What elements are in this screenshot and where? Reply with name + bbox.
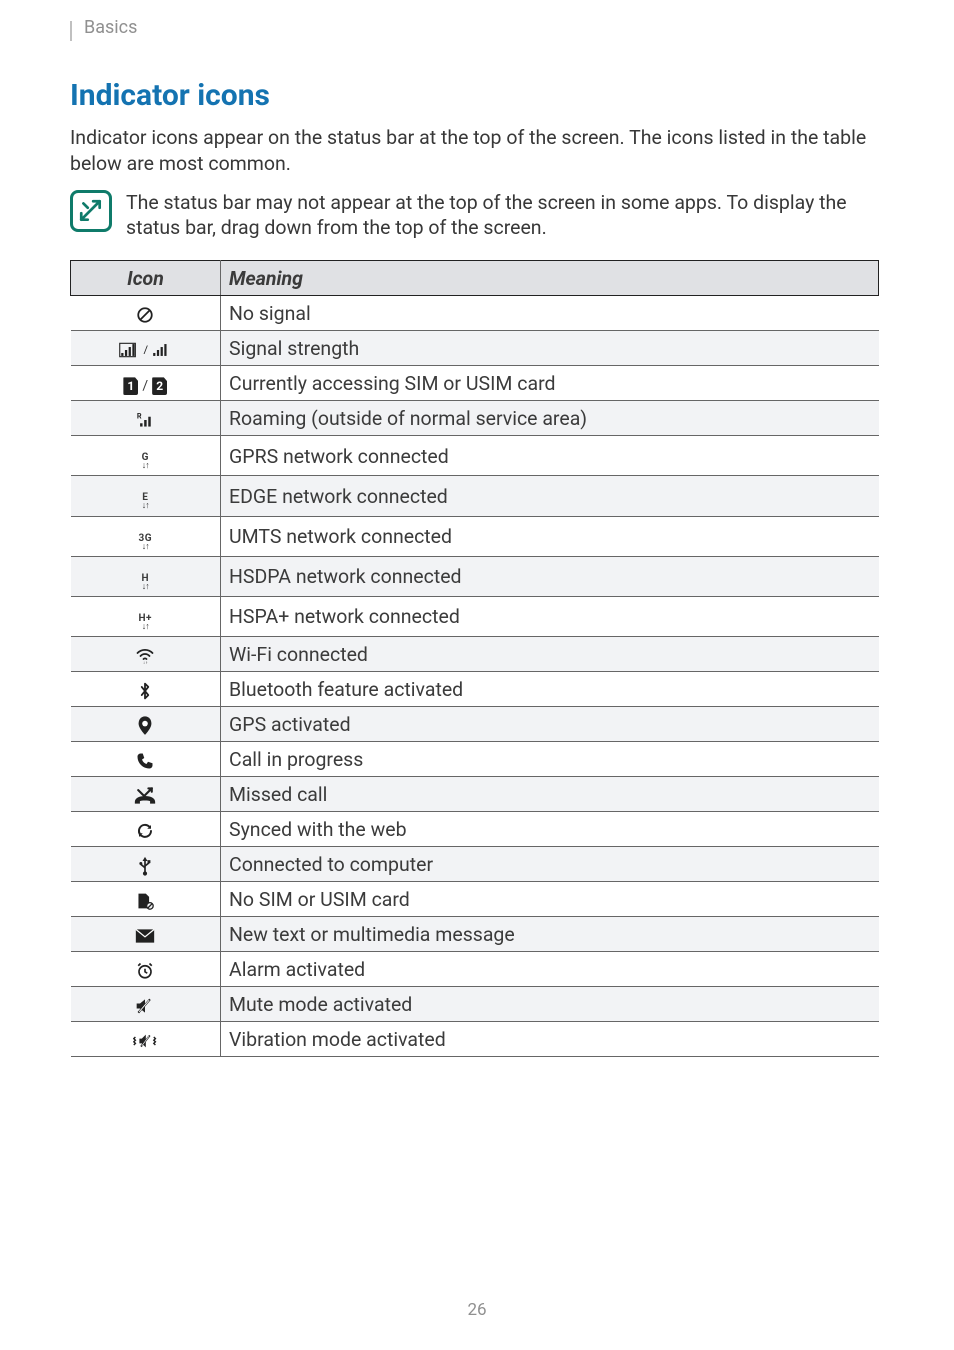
table-row: No signal <box>71 296 879 331</box>
table-row: No SIM or USIM card <box>71 881 879 916</box>
usb-icon <box>71 846 221 881</box>
table-cell-meaning: Connected to computer <box>221 846 879 881</box>
svg-text:↓↑: ↓↑ <box>143 660 148 664</box>
table-row: Bluetooth feature activated <box>71 671 879 706</box>
hsdpa-icon: H↓↑ <box>71 556 221 596</box>
table-cell-meaning: GPRS network connected <box>221 436 879 476</box>
table-cell-meaning: HSDPA network connected <box>221 556 879 596</box>
breadcrumb-header: Basics <box>70 17 879 38</box>
umts-icon: 3G↓↑ <box>71 516 221 556</box>
table-cell-meaning: GPS activated <box>221 706 879 741</box>
table-row: Alarm activated <box>71 951 879 986</box>
table-row: / Signal strength <box>71 331 879 366</box>
table-cell-meaning: Call in progress <box>221 741 879 776</box>
icons-table: Icon Meaning No signal <box>70 260 879 1056</box>
table-row: Missed call <box>71 776 879 811</box>
table-cell-meaning: HSPA+ network connected <box>221 596 879 636</box>
section-intro: Indicator icons appear on the status bar… <box>70 125 879 178</box>
table-cell-meaning: No SIM or USIM card <box>221 881 879 916</box>
gprs-icon: G↓↑ <box>71 436 221 476</box>
table-cell-meaning: No signal <box>221 296 879 331</box>
table-row: Call in progress <box>71 741 879 776</box>
signal-strength-icon: / <box>71 331 221 366</box>
table-cell-meaning: Bluetooth feature activated <box>221 671 879 706</box>
svg-text:/: / <box>144 344 149 357</box>
table-cell-meaning: Signal strength <box>221 331 879 366</box>
table-row: H+↓↑ HSPA+ network connected <box>71 596 879 636</box>
table-header-icon: Icon <box>71 261 221 296</box>
table-cell-meaning: Vibration mode activated <box>221 1021 879 1056</box>
sim-access-icon: 1 / 2 <box>71 366 221 401</box>
hspa-plus-icon: H+↓↑ <box>71 596 221 636</box>
table-row: Vibration mode activated <box>71 1021 879 1056</box>
table-cell-meaning: Roaming (outside of normal service area) <box>221 401 879 436</box>
svg-text:R: R <box>137 412 142 421</box>
table-cell-meaning: Mute mode activated <box>221 986 879 1021</box>
header-divider <box>70 21 72 41</box>
table-cell-meaning: Currently accessing SIM or USIM card <box>221 366 879 401</box>
table-cell-meaning: Synced with the web <box>221 811 879 846</box>
table-row: E↓↑ EDGE network connected <box>71 476 879 516</box>
page-number: 26 <box>0 1300 954 1320</box>
table-cell-meaning: Wi-Fi connected <box>221 636 879 671</box>
alarm-icon <box>71 951 221 986</box>
table-row: GPS activated <box>71 706 879 741</box>
table-row: New text or multimedia message <box>71 916 879 951</box>
note-text: The status bar may not appear at the top… <box>126 190 879 241</box>
wifi-icon: ↓↑ <box>71 636 221 671</box>
sync-icon <box>71 811 221 846</box>
note-box: The status bar may not appear at the top… <box>70 190 879 241</box>
table-row: ↓↑ Wi-Fi connected <box>71 636 879 671</box>
no-sim-icon <box>71 881 221 916</box>
edge-icon: E↓↑ <box>71 476 221 516</box>
table-cell-meaning: Missed call <box>221 776 879 811</box>
section-title: Indicator icons <box>70 78 879 113</box>
bluetooth-icon <box>71 671 221 706</box>
table-row: R Roaming (outside of normal service are… <box>71 401 879 436</box>
table-header-meaning: Meaning <box>221 261 879 296</box>
table-row: Synced with the web <box>71 811 879 846</box>
table-row: Mute mode activated <box>71 986 879 1021</box>
gps-icon <box>71 706 221 741</box>
table-cell-meaning: UMTS network connected <box>221 516 879 556</box>
mute-icon <box>71 986 221 1021</box>
breadcrumb: Basics <box>84 17 137 38</box>
table-cell-meaning: New text or multimedia message <box>221 916 879 951</box>
message-icon <box>71 916 221 951</box>
table-cell-meaning: Alarm activated <box>221 951 879 986</box>
no-signal-icon <box>71 296 221 331</box>
table-row: Connected to computer <box>71 846 879 881</box>
roaming-icon: R <box>71 401 221 436</box>
call-icon <box>71 741 221 776</box>
table-row: 3G↓↑ UMTS network connected <box>71 516 879 556</box>
table-row: 1 / 2 Currently accessing SIM or USIM ca… <box>71 366 879 401</box>
missed-call-icon <box>71 776 221 811</box>
table-cell-meaning: EDGE network connected <box>221 476 879 516</box>
note-icon <box>70 190 112 232</box>
table-row: H↓↑ HSDPA network connected <box>71 556 879 596</box>
table-row: G↓↑ GPRS network connected <box>71 436 879 476</box>
vibration-icon <box>71 1021 221 1056</box>
